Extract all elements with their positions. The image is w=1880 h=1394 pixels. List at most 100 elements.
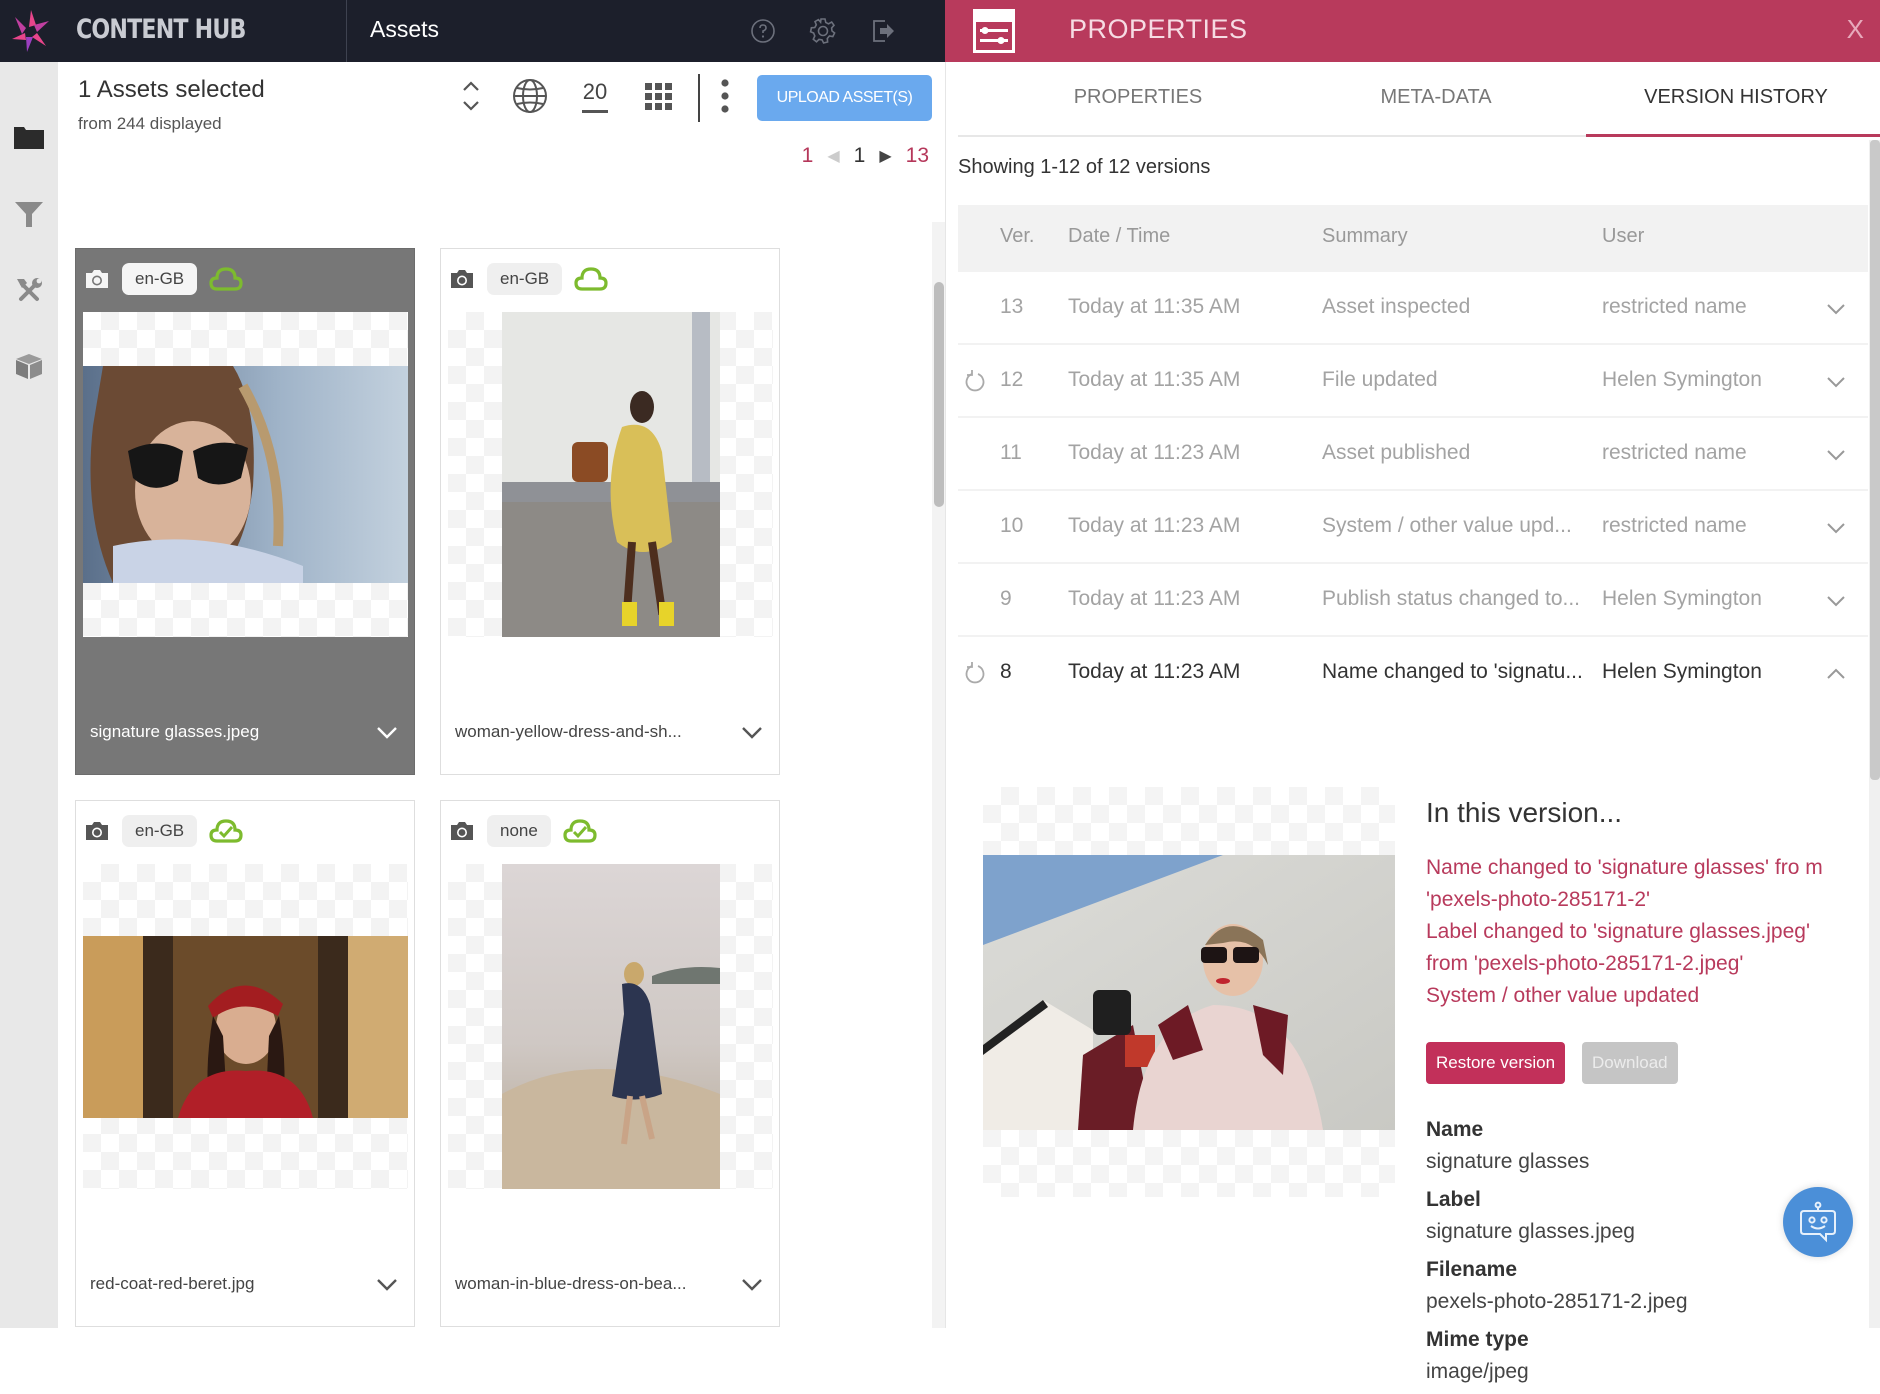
box-icon <box>16 354 42 379</box>
thumbnail-image <box>83 366 408 583</box>
camera-icon <box>86 270 108 288</box>
column-header-date[interactable]: Date / Time <box>1068 225 1170 248</box>
selection-count: 1 Assets selected <box>78 76 265 103</box>
chevron-down-icon[interactable] <box>376 726 398 740</box>
chatbot-button[interactable] <box>1783 1187 1853 1257</box>
download-button[interactable]: Download <box>1582 1042 1678 1084</box>
help-button[interactable] <box>746 14 780 48</box>
version-row[interactable]: 13 Today at 11:35 AM Asset inspected res… <box>958 272 1868 345</box>
properties-panel: PROPERTIES META-DATA VERSION HISTORY Sho… <box>945 62 1880 1383</box>
page-size-underline <box>582 109 608 113</box>
rail-item-packages[interactable] <box>9 346 49 386</box>
column-header-user[interactable]: User <box>1602 225 1644 248</box>
version-row-expanded[interactable]: 8 Today at 11:23 AM Name changed to 'sig… <box>958 637 1868 710</box>
logout-icon <box>873 20 894 42</box>
close-panel-button[interactable]: X <box>1847 14 1864 45</box>
chevron-down-icon[interactable] <box>1826 448 1846 462</box>
chevron-down-icon[interactable] <box>376 1278 398 1292</box>
tab-properties[interactable]: PROPERTIES <box>988 86 1288 109</box>
column-header-summary[interactable]: Summary <box>1322 225 1408 248</box>
version-row[interactable]: 12 Today at 11:35 AM File updated Helen … <box>958 345 1868 418</box>
chevron-down-icon[interactable] <box>1826 521 1846 535</box>
version-user: Helen Symington <box>1602 587 1762 610</box>
locale-badge: en-GB <box>122 263 198 295</box>
property-label: Name <box>1426 1118 1484 1141</box>
version-user: Helen Symington <box>1602 660 1762 683</box>
properties-panel-header: PROPERTIES X <box>945 0 1880 62</box>
change-item: Name changed to 'signature glasses' fro … <box>1426 856 1823 911</box>
property-label: Label <box>1426 1188 1481 1211</box>
settings-button[interactable] <box>806 14 840 48</box>
property-value: signature glasses <box>1426 1150 1590 1173</box>
active-tab-indicator <box>1586 134 1880 137</box>
restore-icon[interactable] <box>964 661 986 685</box>
panel-scrollbar-thumb[interactable] <box>1870 140 1880 780</box>
more-options-button[interactable] <box>715 72 735 120</box>
upload-assets-button[interactable]: UPLOAD ASSET(S) <box>757 75 932 121</box>
version-row[interactable]: 11 Today at 11:23 AM Asset published res… <box>958 418 1868 491</box>
version-summary: Name changed to 'signatu... <box>1322 660 1583 683</box>
displayed-count: from 244 displayed <box>78 114 222 133</box>
tab-meta-data[interactable]: META-DATA <box>1286 86 1586 109</box>
version-row[interactable]: 10 Today at 11:23 AM System / other valu… <box>958 491 1868 564</box>
next-page-button[interactable]: ▶ <box>879 146 891 166</box>
camera-icon <box>451 270 473 288</box>
chatbot-icon <box>1800 1201 1836 1243</box>
view-grid-button[interactable] <box>642 72 674 120</box>
version-user: restricted name <box>1602 295 1747 318</box>
camera-icon <box>451 822 473 840</box>
chevron-down-icon[interactable] <box>1826 594 1846 608</box>
version-detail-title: In this version... <box>1426 797 1623 828</box>
versions-count: Showing 1-12 of 12 versions <box>958 156 1211 178</box>
version-summary: Asset inspected <box>1322 295 1471 318</box>
asset-card[interactable]: en-GB red-coat-red-beret.jpg <box>75 800 415 1327</box>
asset-card[interactable]: en-GB signature glasses.jpeg <box>75 248 415 775</box>
version-summary: File updated <box>1322 368 1438 391</box>
chevron-down-icon[interactable] <box>741 1278 763 1292</box>
chevron-down-icon[interactable] <box>1826 375 1846 389</box>
version-properties: Name signature glasses Label signature g… <box>1426 1114 1846 1394</box>
change-item: Label changed to 'signature glasses.jpeg… <box>1426 920 1810 975</box>
thumbnail-image <box>502 312 720 637</box>
version-changes: Name changed to 'signature glasses' fro … <box>1426 852 1846 1012</box>
rail-item-tools[interactable] <box>9 271 49 311</box>
first-page-link[interactable]: 1 <box>802 144 814 168</box>
restore-version-button[interactable]: Restore version <box>1426 1042 1566 1084</box>
table-header: Ver. Date / Time Summary User <box>958 205 1868 272</box>
panel-tabs: PROPERTIES META-DATA VERSION HISTORY <box>958 62 1880 137</box>
chevron-down-icon[interactable] <box>741 726 763 740</box>
tab-version-history[interactable]: VERSION HISTORY <box>1586 86 1880 109</box>
logo-icon[interactable] <box>8 8 54 54</box>
settings-icon <box>809 18 836 44</box>
chevron-up-icon[interactable] <box>1826 667 1846 681</box>
last-page-link[interactable]: 13 <box>906 144 929 168</box>
grid-scrollbar-thumb[interactable] <box>934 282 944 507</box>
property-value: image/jpeg <box>1426 1360 1529 1383</box>
version-user: restricted name <box>1602 441 1747 464</box>
rail-item-folders[interactable] <box>9 117 49 157</box>
logout-button[interactable] <box>866 14 900 48</box>
locale-badge: en-GB <box>122 815 198 847</box>
top-bar: CONTENT HUB Assets <box>0 0 945 62</box>
restore-icon[interactable] <box>964 369 986 393</box>
version-row[interactable]: 9 Today at 11:23 AM Publish status chang… <box>958 564 1868 637</box>
asset-name: woman-in-blue-dress-on-bea... <box>455 1274 687 1293</box>
sort-button[interactable] <box>456 72 486 120</box>
prev-page-button[interactable]: ◀ <box>827 146 839 166</box>
locale-badge: none <box>487 815 551 847</box>
asset-card-header: en-GB <box>84 815 243 847</box>
page-size-button[interactable]: 20 <box>578 72 612 120</box>
asset-browser: 1 Assets selected from 244 displayed 20 … <box>58 62 945 1328</box>
column-header-ver[interactable]: Ver. <box>1000 225 1034 248</box>
rail-item-filters[interactable] <box>9 194 49 234</box>
asset-card[interactable]: none woman-in-blue-dress-on-bea... <box>440 800 780 1327</box>
asset-card[interactable]: en-GB woman-yellow-dress-and-sh... <box>440 248 780 775</box>
thumbnail-image <box>83 936 408 1118</box>
version-history-table: Ver. Date / Time Summary User 13 Today a… <box>958 205 1868 710</box>
version-number: 8 <box>1000 660 1012 683</box>
language-button[interactable] <box>510 72 550 120</box>
asset-thumbnail <box>83 312 408 637</box>
chevron-down-icon[interactable] <box>1826 302 1846 316</box>
asset-thumbnail <box>448 864 773 1189</box>
version-date: Today at 11:35 AM <box>1068 295 1241 318</box>
